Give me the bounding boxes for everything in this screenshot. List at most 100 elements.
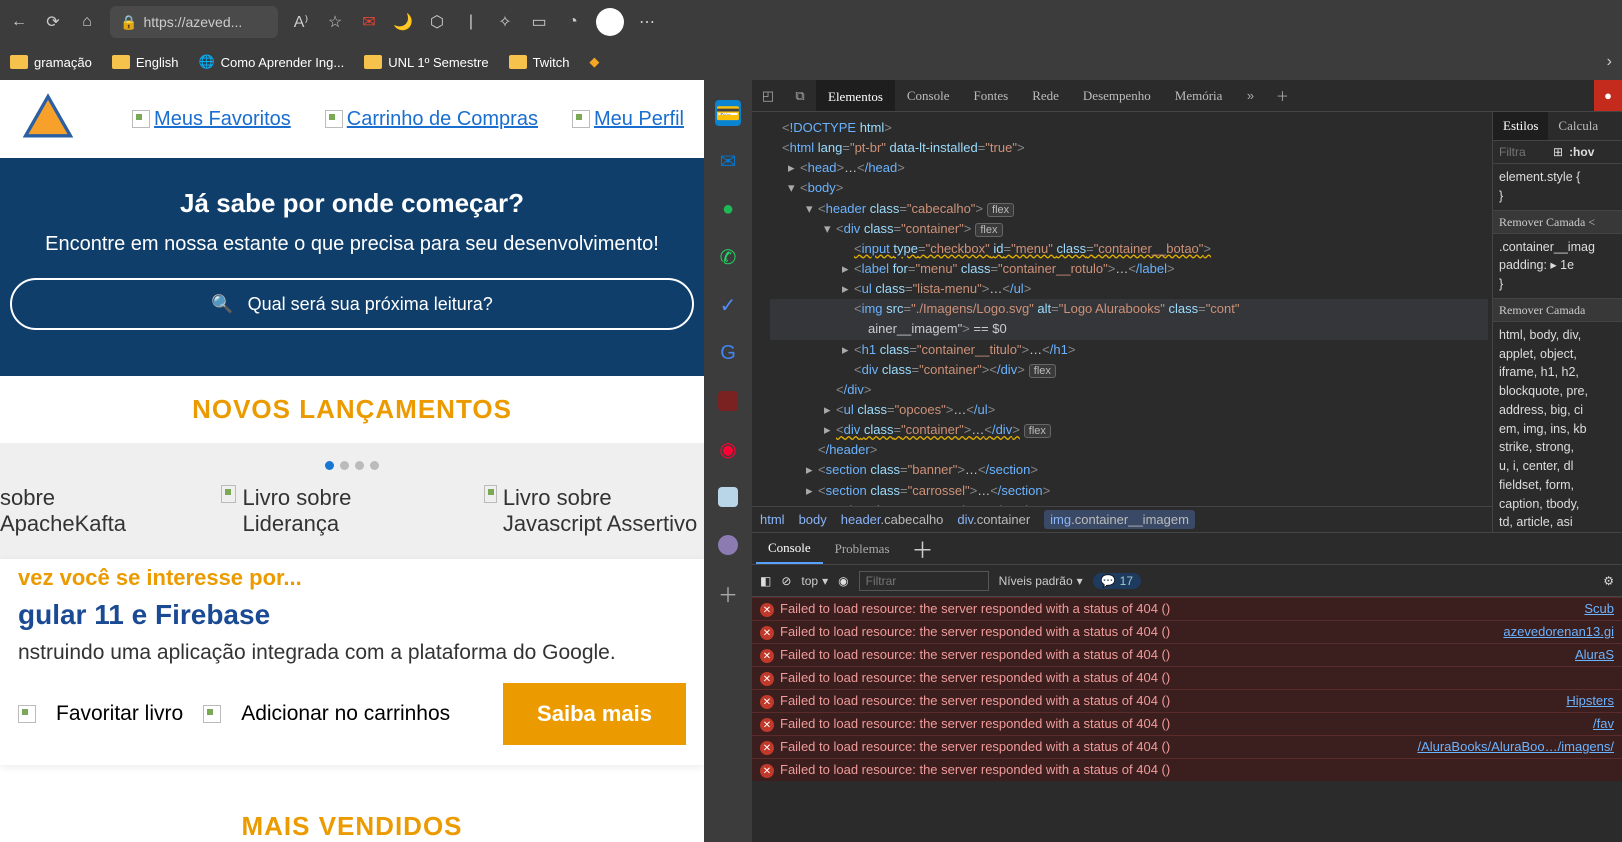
bookmark-item[interactable]: gramação <box>10 54 92 70</box>
dom-node[interactable]: ▾<header class="cabecalho">flex <box>770 199 1488 219</box>
live-expression-icon[interactable]: ◉ <box>838 574 848 588</box>
error-source-link[interactable]: /fav <box>1593 716 1614 731</box>
style-rule[interactable]: padding: ▸ 1e <box>1499 256 1616 275</box>
bookmark-item[interactable]: 🌐Como Aprender Ing... <box>198 54 344 70</box>
style-rule[interactable]: caption, tbody, <box>1499 495 1616 514</box>
dom-node[interactable]: ▸<label for="menu" class="container__rot… <box>770 259 1488 279</box>
devtools-tab[interactable]: Rede <box>1020 80 1071 111</box>
carousel-slide[interactable]: Livro sobre Liderança <box>221 485 425 537</box>
device-icon[interactable]: ⧉ <box>784 80 816 111</box>
outlook-icon[interactable]: ✉ <box>715 148 741 174</box>
google-icon[interactable]: G <box>715 340 741 366</box>
dom-breadcrumbs[interactable]: html body header.cabecalho div.container img… <box>752 506 1492 532</box>
issues-count[interactable]: 💬 17 <box>1093 573 1141 589</box>
extensions-icon[interactable]: ⬡ <box>426 11 448 33</box>
bookmark-item[interactable]: English <box>112 54 179 70</box>
nav-link[interactable]: Carrinho de Compras <box>325 108 538 131</box>
dom-node[interactable]: ▸<head>…</head> <box>770 158 1488 178</box>
carousel-dots[interactable] <box>0 457 704 475</box>
console-error-row[interactable]: ✕Failed to load resource: the server res… <box>752 620 1622 643</box>
collections-icon[interactable]: ▭ <box>528 11 550 33</box>
more-icon[interactable]: ⋯ <box>636 11 658 33</box>
home-icon[interactable]: ⌂ <box>76 11 98 33</box>
console-tab[interactable]: Problemas <box>823 535 902 563</box>
close-devtools-button[interactable]: ● <box>1594 80 1622 111</box>
breadcrumb-item[interactable]: html <box>760 512 785 527</box>
favorite-action[interactable]: Favoritar livro <box>56 702 183 726</box>
moon-icon[interactable]: 🌙 <box>392 11 414 33</box>
style-rule[interactable]: html, body, div, <box>1499 326 1616 345</box>
styles-tab[interactable]: Estilos <box>1493 112 1548 140</box>
spotify-icon[interactable]: ● <box>715 196 741 222</box>
styles-filter-input[interactable] <box>1499 145 1547 159</box>
style-rule[interactable]: applet, object, <box>1499 345 1616 364</box>
breadcrumb-item[interactable]: img.container__imagem <box>1044 510 1195 529</box>
dom-node[interactable]: </div> <box>770 380 1488 400</box>
console-settings-icon[interactable]: ⚙ <box>1603 574 1614 588</box>
devtools-tab[interactable]: Fontes <box>962 80 1021 111</box>
trello-icon[interactable] <box>715 484 741 510</box>
search-input[interactable]: 🔍 Qual será sua próxima leitura? <box>10 278 694 330</box>
nav-link[interactable]: Meus Favoritos <box>132 108 291 131</box>
whatsapp-icon[interactable]: ✆ <box>715 244 741 270</box>
style-rule[interactable]: } <box>1499 187 1616 206</box>
context-selector[interactable]: top ▾ <box>801 574 828 588</box>
more-tabs-icon[interactable]: » <box>1234 80 1266 111</box>
bookmark-item[interactable]: UNL 1º Semestre <box>364 54 488 70</box>
error-source-link[interactable]: azevedorenan13.gi <box>1503 624 1614 639</box>
dom-node[interactable]: ▸<h1 class="container__titulo">…</h1> <box>770 340 1488 360</box>
dom-node[interactable]: <!DOCTYPE html> <box>770 118 1488 138</box>
styles-tab[interactable]: Calcula <box>1548 112 1608 140</box>
error-source-link[interactable]: /AluraBooks/AluraBoo…/imagens/ <box>1417 739 1614 754</box>
breadcrumb-item[interactable]: body <box>799 512 827 527</box>
gmail-icon[interactable]: ✉ <box>358 11 380 33</box>
dom-node[interactable]: <html lang="pt-br" data-lt-installed="tr… <box>770 138 1488 158</box>
favorite-icon[interactable]: ☆ <box>324 11 346 33</box>
log-levels-selector[interactable]: Níveis padrão ▾ <box>999 574 1083 588</box>
console-error-row[interactable]: ✕Failed to load resource: the server res… <box>752 712 1622 735</box>
breadcrumb-item[interactable]: header.cabecalho <box>841 512 944 527</box>
app-icon-red[interactable] <box>715 388 741 414</box>
console-error-row[interactable]: ✕Failed to load resource: the server res… <box>752 758 1622 781</box>
wallet-icon[interactable]: 💳 <box>715 100 741 126</box>
sidebar-toggle-icon[interactable]: ◧ <box>760 574 771 588</box>
dom-node[interactable]: ▸<section class="banner">…</section> <box>770 460 1488 480</box>
bookmark-item[interactable]: Twitch <box>509 54 570 70</box>
clear-console-icon[interactable]: ⊘ <box>781 574 791 588</box>
style-rule[interactable]: blockquote, pre, <box>1499 382 1616 401</box>
dom-node[interactable]: ▸<div class="container">…</div>flex <box>770 420 1488 440</box>
dom-node[interactable]: ▾<div class="container">flex <box>770 219 1488 239</box>
devtools-tab[interactable]: Desempenho <box>1071 80 1163 111</box>
address-bar[interactable]: 🔒 https://azeved... <box>110 6 278 38</box>
avatar-icon[interactable] <box>715 532 741 558</box>
style-rule[interactable]: em, img, ins, kb <box>1499 420 1616 439</box>
dom-node[interactable]: <img src="./Imagens/Logo.svg" alt="Logo … <box>770 299 1488 319</box>
todo-icon[interactable]: ✓ <box>715 292 741 318</box>
style-rule[interactable]: strike, strong, <box>1499 438 1616 457</box>
devtools-tab[interactable]: Elementos <box>816 80 895 111</box>
devtools-tab[interactable]: Memória <box>1163 80 1235 111</box>
breadcrumb-item[interactable]: div.container <box>957 512 1030 527</box>
hov-button[interactable]: :hov <box>1569 145 1594 159</box>
style-rule[interactable]: fieldset, form, <box>1499 476 1616 495</box>
performance-icon[interactable]: ◔ <box>562 11 584 33</box>
dom-node[interactable]: <input type="checkbox" id="menu" class="… <box>770 239 1488 259</box>
dom-node[interactable]: ainer__imagem"> == $0 <box>770 319 1488 339</box>
console-error-row[interactable]: ✕Failed to load resource: the server res… <box>752 643 1622 666</box>
inspect-icon[interactable]: ◰ <box>752 80 784 111</box>
error-source-link[interactable]: Hipsters <box>1566 693 1614 708</box>
cart-action[interactable]: Adicionar no carrinhos <box>241 702 450 726</box>
dom-node[interactable]: <div class="container"></div>flex <box>770 360 1488 380</box>
console-tab[interactable]: Console <box>756 534 823 564</box>
error-source-link[interactable]: AluraS <box>1575 647 1614 662</box>
console-filter-input[interactable] <box>859 571 989 591</box>
bookmark-item[interactable]: ◆ <box>589 54 599 70</box>
devtools-tab[interactable]: Console <box>895 80 962 111</box>
dom-node[interactable]: </header> <box>770 440 1488 460</box>
back-icon[interactable]: ← <box>8 11 30 33</box>
console-error-row[interactable]: ✕Failed to load resource: the server res… <box>752 666 1622 689</box>
dom-node[interactable]: ▾<body> <box>770 178 1488 198</box>
console-error-row[interactable]: ✕Failed to load resource: the server res… <box>752 735 1622 758</box>
dom-node[interactable]: ▸<ul class="opcoes">…</ul> <box>770 400 1488 420</box>
style-rule[interactable]: iframe, h1, h2, <box>1499 363 1616 382</box>
